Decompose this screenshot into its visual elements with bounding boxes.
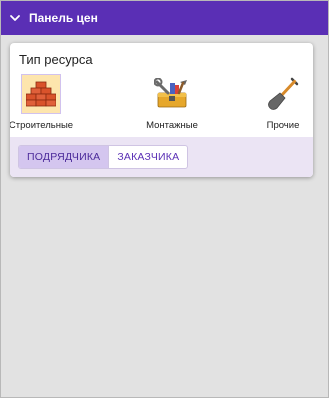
price-panel-window: Панель цен Тип ресурса Строительные Монт… (0, 0, 329, 398)
toggle-contractor[interactable]: ПОДРЯДЧИКА (19, 146, 109, 168)
resource-type-card: Тип ресурса Строительные Монтажные Прочи… (10, 43, 313, 177)
card-title: Тип ресурса (19, 52, 93, 67)
resource-icon-box (21, 74, 61, 114)
shovel-icon (268, 77, 299, 110)
chevron-down-icon[interactable] (9, 12, 21, 24)
resource-label: Строительные (10, 120, 74, 131)
resource-item-construction[interactable]: Строительные (10, 74, 74, 131)
toggle-customer[interactable]: ЗАКАЗЧИКА (108, 146, 187, 168)
resource-type-list: Строительные Монтажные Прочие (10, 74, 313, 137)
resource-label: Монтажные (146, 120, 198, 131)
panel-title: Панель цен (29, 11, 98, 25)
toolbox-icon (154, 78, 187, 108)
panel-header[interactable]: Панель цен (1, 1, 328, 35)
resource-icon-box (152, 74, 192, 114)
resource-item-other[interactable]: Прочие (260, 74, 306, 131)
price-type-bar: ПОДРЯДЧИКА ЗАКАЗЧИКА (10, 137, 313, 177)
bricks-icon (26, 81, 56, 107)
resource-icon-box (263, 74, 303, 114)
resource-label: Прочие (266, 120, 300, 131)
resource-item-installation[interactable]: Монтажные (138, 74, 206, 131)
price-type-toggle: ПОДРЯДЧИКА ЗАКАЗЧИКА (18, 145, 189, 169)
